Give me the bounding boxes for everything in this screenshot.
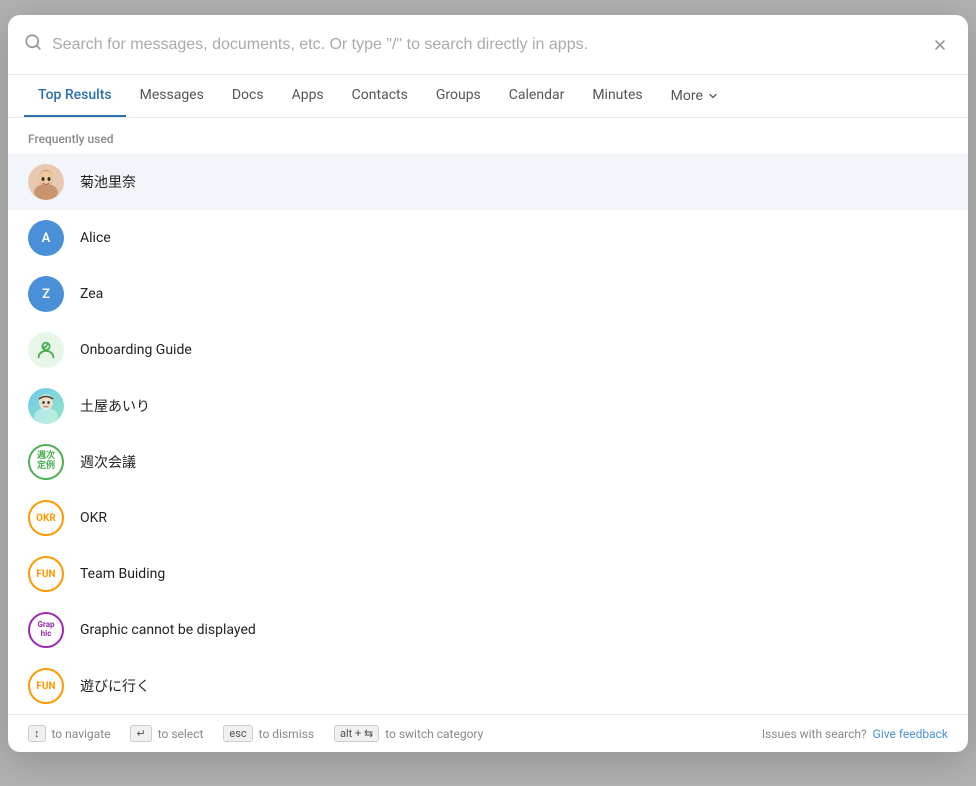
tab-messages[interactable]: Messages bbox=[126, 75, 218, 117]
feedback-link[interactable]: Give feedback bbox=[873, 727, 948, 741]
avatar: FUN bbox=[28, 668, 64, 704]
navigate-label: to navigate bbox=[52, 727, 111, 741]
result-name: 土屋あいり bbox=[80, 396, 150, 416]
footer-hint-select: ↵ to select bbox=[130, 725, 203, 742]
tab-minutes[interactable]: Minutes bbox=[578, 75, 656, 117]
tabs-bar: Top Results Messages Docs Apps Contacts … bbox=[8, 75, 968, 118]
list-item[interactable]: 菊池里奈 bbox=[8, 154, 968, 210]
tab-more[interactable]: More bbox=[657, 76, 733, 116]
search-header bbox=[8, 15, 968, 75]
search-modal: Top Results Messages Docs Apps Contacts … bbox=[8, 15, 968, 752]
tab-apps[interactable]: Apps bbox=[278, 75, 338, 117]
footer-hint-switch: alt + ⇆ to switch category bbox=[334, 725, 483, 742]
tab-docs[interactable]: Docs bbox=[218, 75, 278, 117]
result-list: 菊池里奈 A Alice Z Zea Onboarding Guide bbox=[8, 154, 968, 714]
switch-label: to switch category bbox=[385, 727, 483, 741]
result-name: 遊びに行く bbox=[80, 676, 150, 696]
kbd-esc: esc bbox=[223, 725, 252, 742]
avatar: Z bbox=[28, 276, 64, 312]
avatar: A bbox=[28, 220, 64, 256]
result-name: Zea bbox=[80, 286, 103, 302]
result-name: 週次会議 bbox=[80, 452, 136, 472]
tab-groups[interactable]: Groups bbox=[422, 75, 495, 117]
tab-top-results[interactable]: Top Results bbox=[24, 75, 126, 117]
footer-bar: ↕ to navigate ↵ to select esc to dismiss… bbox=[8, 714, 968, 752]
result-name: Onboarding Guide bbox=[80, 342, 192, 358]
footer-hint-navigate: ↕ to navigate bbox=[28, 725, 110, 742]
dismiss-label: to dismiss bbox=[259, 727, 314, 741]
avatar: FUN bbox=[28, 556, 64, 592]
avatar bbox=[28, 388, 64, 424]
kbd-alt: alt + ⇆ bbox=[334, 725, 379, 742]
list-item[interactable]: Graphic Graphic cannot be displayed bbox=[8, 602, 968, 658]
list-item[interactable]: A Alice bbox=[8, 210, 968, 266]
avatar: OKR bbox=[28, 500, 64, 536]
kbd-enter: ↵ bbox=[130, 725, 151, 742]
avatar: Graphic bbox=[28, 612, 64, 648]
result-name: Team Buiding bbox=[80, 566, 165, 582]
tab-contacts[interactable]: Contacts bbox=[338, 75, 422, 117]
footer-right: Issues with search? Give feedback bbox=[762, 727, 948, 741]
search-icon bbox=[24, 33, 42, 56]
avatar bbox=[28, 164, 64, 200]
footer-hint-dismiss: esc to dismiss bbox=[223, 725, 314, 742]
search-input[interactable] bbox=[52, 36, 918, 54]
list-item[interactable]: 土屋あいり bbox=[8, 378, 968, 434]
list-item[interactable]: Onboarding Guide bbox=[8, 322, 968, 378]
list-item[interactable]: FUN 遊びに行く bbox=[8, 658, 968, 714]
list-item[interactable]: Z Zea bbox=[8, 266, 968, 322]
section-label: Frequently used bbox=[8, 118, 968, 154]
close-button[interactable] bbox=[928, 33, 952, 57]
result-name: 菊池里奈 bbox=[80, 172, 136, 192]
select-label: to select bbox=[158, 727, 204, 741]
issues-label: Issues with search? bbox=[762, 727, 867, 741]
list-item[interactable]: FUN Team Buiding bbox=[8, 546, 968, 602]
avatar: 週次定例 bbox=[28, 444, 64, 480]
list-item[interactable]: OKR OKR bbox=[8, 490, 968, 546]
result-name: Alice bbox=[80, 230, 111, 246]
kbd-arrows: ↕ bbox=[28, 725, 46, 742]
tab-calendar[interactable]: Calendar bbox=[495, 75, 579, 117]
result-name: Graphic cannot be displayed bbox=[80, 622, 256, 638]
footer-hints: ↕ to navigate ↵ to select esc to dismiss… bbox=[28, 725, 483, 742]
list-item[interactable]: 週次定例 週次会議 bbox=[8, 434, 968, 490]
result-name: OKR bbox=[80, 510, 107, 526]
avatar bbox=[28, 332, 64, 368]
